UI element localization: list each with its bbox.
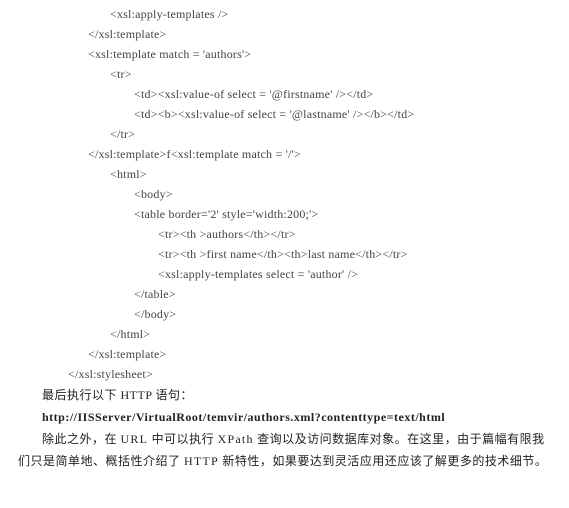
code-line: </xsl:template>	[18, 24, 551, 44]
code-line: <tr><th >first name</th><th>last name</t…	[18, 244, 551, 264]
code-line: </xsl:template>	[18, 344, 551, 364]
code-line: </html>	[18, 324, 551, 344]
code-line: </body>	[18, 304, 551, 324]
code-line: <tr><th >authors</th></tr>	[18, 224, 551, 244]
code-line: <xsl:apply-templates select = 'author' /…	[18, 264, 551, 284]
code-line: <td><xsl:value-of select = '@firstname' …	[18, 84, 551, 104]
code-line: <table border='2' style='width:200;'>	[18, 204, 551, 224]
code-line: <td><b><xsl:value-of select = '@lastname…	[18, 104, 551, 124]
code-line: <tr>	[18, 64, 551, 84]
code-line: </table>	[18, 284, 551, 304]
code-line: <xsl:apply-templates />	[18, 4, 551, 24]
code-line: </xsl:stylesheet>	[18, 364, 551, 384]
code-line: <body>	[18, 184, 551, 204]
code-line: </tr>	[18, 124, 551, 144]
closing-paragraph: 除此之外，在 URL 中可以执行 XPath 查询以及访问数据库对象。在这里，由…	[18, 428, 551, 472]
code-line: <html>	[18, 164, 551, 184]
http-url-line: http://IISServer/VirtualRoot/temvir/auth…	[18, 406, 551, 428]
lead-sentence: 最后执行以下 HTTP 语句：	[18, 384, 551, 406]
xslt-code-block: <xsl:apply-templates /> </xsl:template> …	[18, 4, 551, 384]
code-line: </xsl:template>f<xsl:template match = '/…	[18, 144, 551, 164]
code-line: <xsl:template match = 'authors'>	[18, 44, 551, 64]
